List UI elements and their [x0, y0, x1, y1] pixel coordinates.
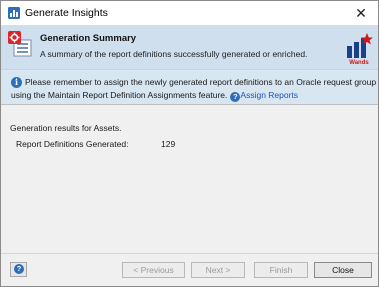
previous-button[interactable]: < Previous: [122, 262, 185, 278]
header-title: Generation Summary: [40, 33, 137, 44]
generate-insights-dialog: Generate Insights ✕ Generation Summary A…: [0, 0, 379, 287]
help-link-icon[interactable]: ?: [230, 92, 241, 102]
finish-button[interactable]: Finish: [254, 262, 308, 278]
help-button[interactable]: ?: [10, 262, 27, 277]
info-text-line1: Please remember to assign the newly gene…: [25, 77, 377, 87]
next-button[interactable]: Next >: [191, 262, 245, 278]
info-icon: i: [11, 77, 22, 88]
assign-reports-link[interactable]: Assign Reports: [240, 90, 298, 100]
help-icon: ?: [14, 264, 24, 274]
close-icon[interactable]: ✕: [351, 3, 371, 23]
wizard-header: Generation Summary A summary of the repo…: [1, 25, 378, 69]
info-banner: i Please remember to assign the newly ge…: [1, 69, 378, 105]
header-subtitle: A summary of the report definitions succ…: [40, 49, 308, 59]
wands-logo-icon: [347, 33, 373, 58]
window-title: Generate Insights: [25, 7, 108, 19]
close-button[interactable]: Close: [314, 262, 372, 278]
info-text-line2-body: using the Maintain Report Definition Ass…: [11, 90, 228, 100]
app-icon: [8, 7, 20, 19]
footer-divider: [1, 253, 378, 254]
info-text-line2: using the Maintain Report Definition Ass…: [11, 90, 298, 102]
result-row-value: 129: [161, 139, 176, 149]
brand-name: Wands: [349, 60, 369, 66]
report-definitions-icon: [8, 31, 32, 57]
title-bar: Generate Insights ✕: [1, 1, 378, 25]
result-row-label: Report Definitions Generated:: [16, 139, 129, 149]
results-heading: Generation results for Assets.: [10, 123, 122, 133]
